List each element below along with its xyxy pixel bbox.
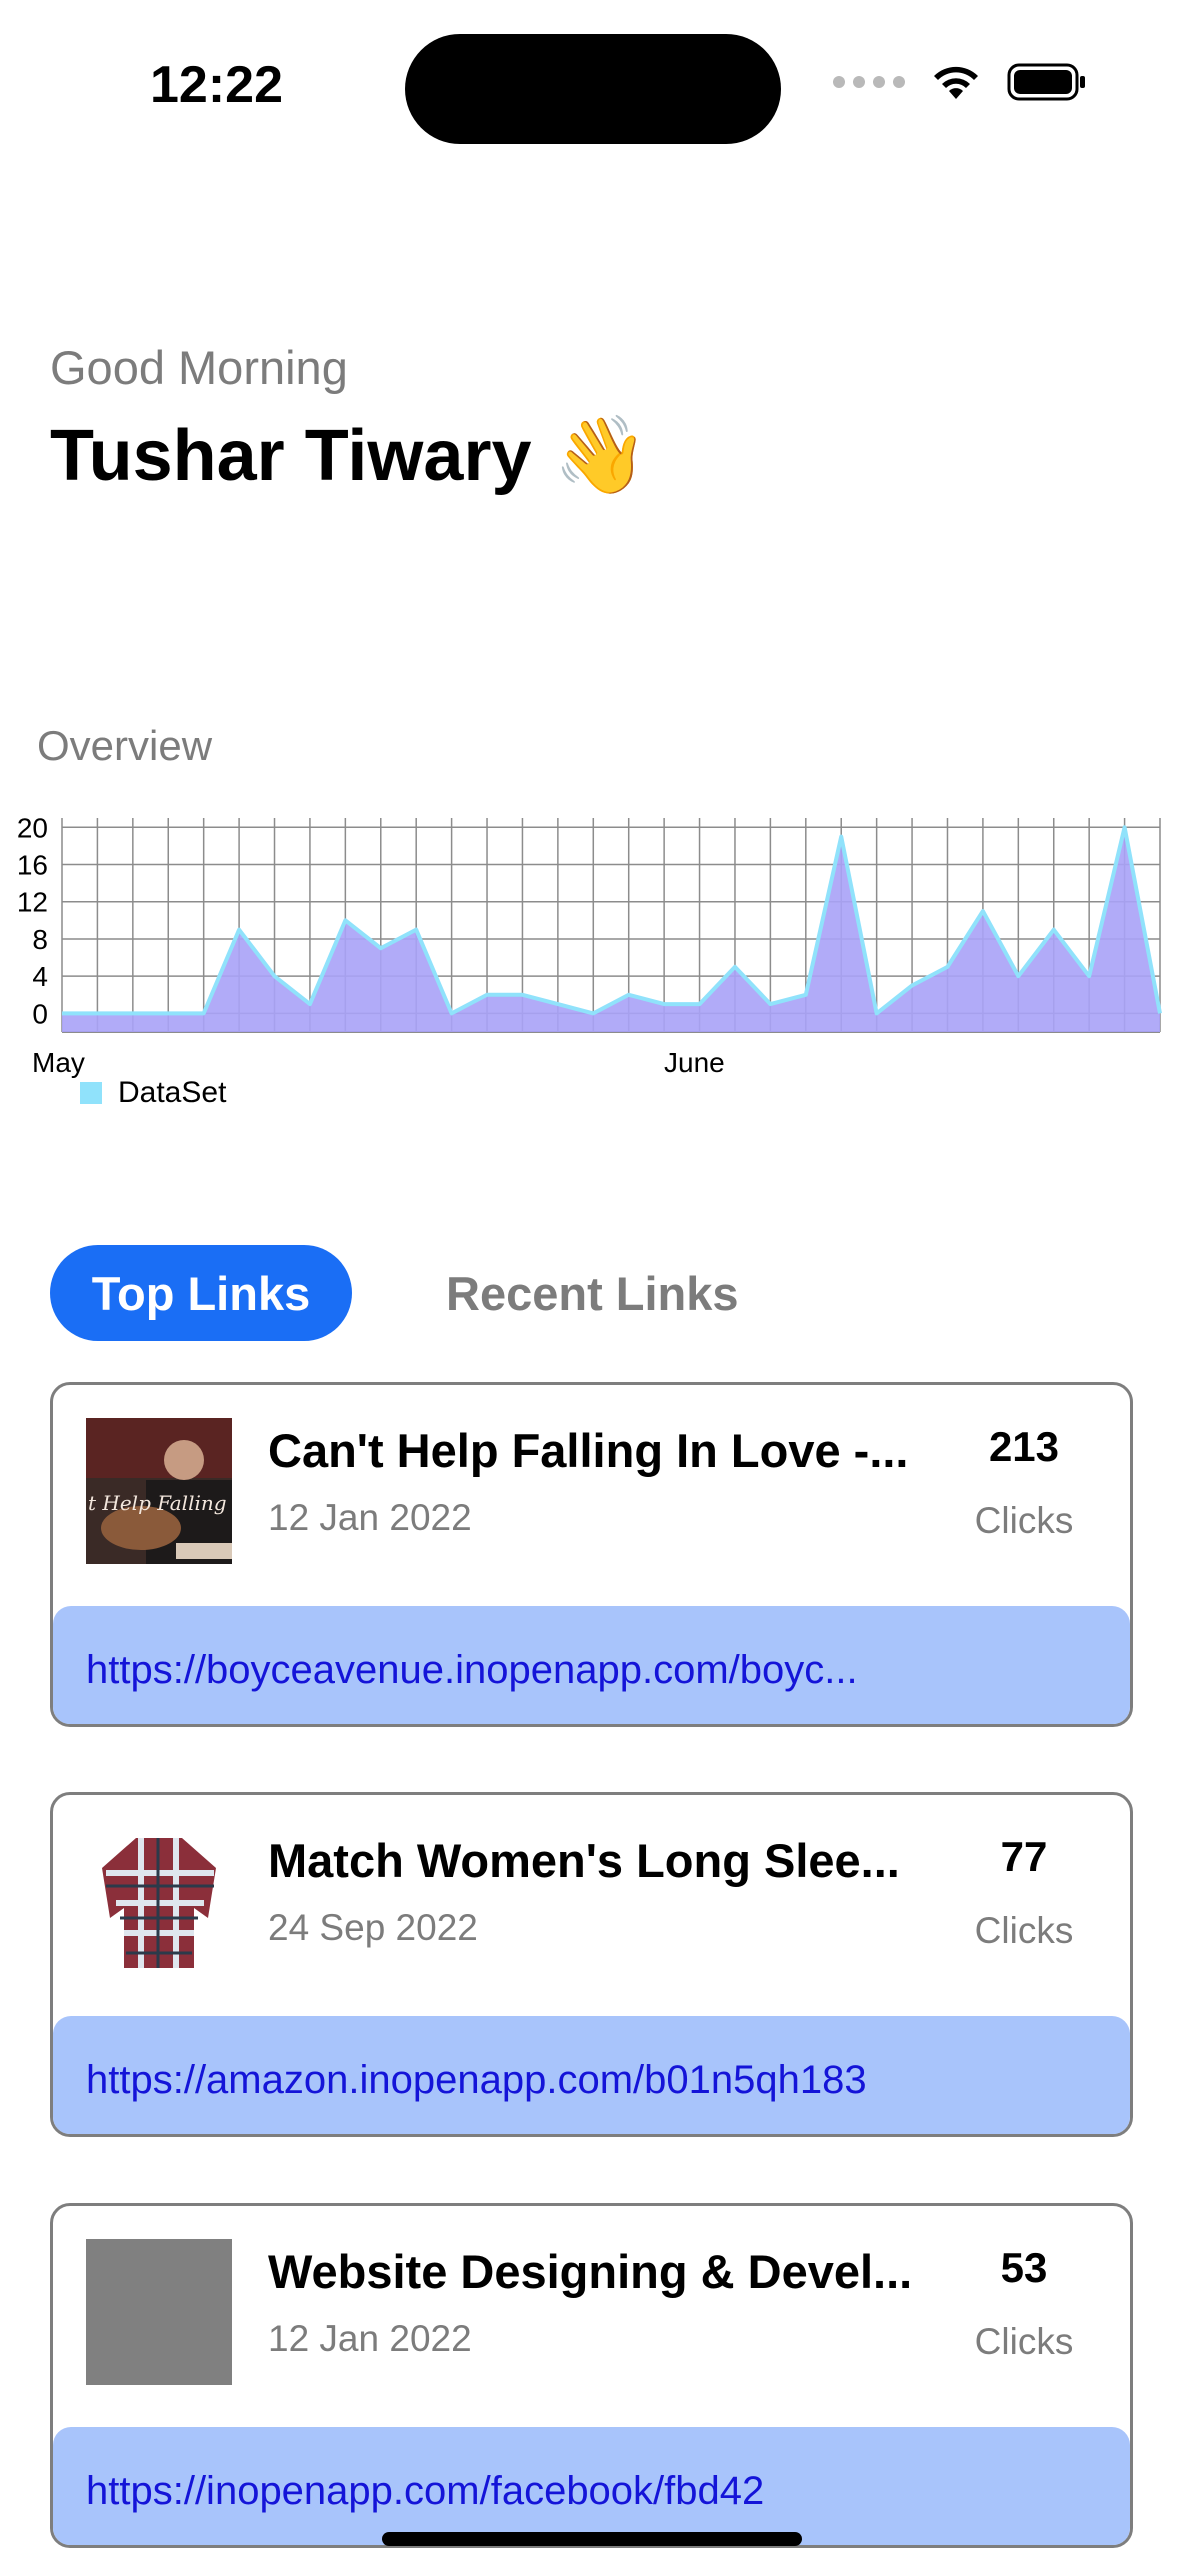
link-url-bar[interactable]: https://boyceavenue.inopenapp.com/boyc..… bbox=[53, 1606, 1130, 1724]
tab-top-links[interactable]: Top Links bbox=[50, 1245, 352, 1341]
area-fill bbox=[62, 827, 1160, 1032]
link-date: 12 Jan 2022 bbox=[268, 2318, 472, 2359]
y-tick-label: 20 bbox=[17, 812, 48, 843]
status-icons bbox=[833, 62, 1087, 102]
legend-label: DataSet bbox=[118, 1076, 227, 1109]
tab-recent-links[interactable]: Recent Links bbox=[446, 1245, 739, 1341]
legend-swatch bbox=[80, 1082, 102, 1104]
click-count: 77 bbox=[1000, 1833, 1048, 1880]
link-url-bar[interactable]: https://amazon.inopenapp.com/b01n5qh183 bbox=[53, 2016, 1130, 2134]
overview-chart: 0 4 8 12 16 20 May June bbox=[17, 812, 1162, 1078]
placeholder-image-icon bbox=[86, 2239, 232, 2385]
wifi-icon bbox=[934, 66, 978, 99]
clicks-label: Clicks bbox=[974, 1910, 1074, 1951]
click-count: 213 bbox=[988, 1423, 1060, 1470]
waving-hand-icon: 👋 bbox=[553, 413, 649, 498]
link-date: 24 Sep 2022 bbox=[268, 1907, 478, 1948]
home-indicator[interactable] bbox=[382, 2532, 802, 2546]
cellular-signal-icon bbox=[833, 76, 905, 88]
plaid-shirt-icon bbox=[102, 1838, 216, 1968]
link-title: Can't Help Falling In Love -... bbox=[268, 1424, 909, 1477]
chart-legend: DataSet bbox=[80, 1076, 226, 1110]
clicks-label: Clicks bbox=[974, 1500, 1074, 1541]
music-video-thumbnail-icon: t Help Falling In bbox=[86, 1418, 232, 1564]
click-count: 53 bbox=[1000, 2244, 1048, 2291]
link-url[interactable]: https://amazon.inopenapp.com/b01n5qh183 bbox=[86, 2058, 1046, 2103]
link-title: Match Women's Long Slee... bbox=[268, 1834, 900, 1887]
link-date: 12 Jan 2022 bbox=[268, 1497, 472, 1538]
user-name: Tushar Tiwary 👋 bbox=[50, 415, 648, 497]
link-card[interactable]: Match Women's Long Slee... 24 Sep 2022 7… bbox=[50, 1792, 1133, 2137]
greeting-text: Good Morning bbox=[50, 341, 348, 394]
screen: 12:22 Good Morning Tushar Tiwary 👋 Overv… bbox=[0, 0, 1179, 2556]
overview-title: Overview bbox=[37, 722, 213, 769]
svg-text:t Help Falling In: t Help Falling In bbox=[88, 1491, 232, 1515]
battery-icon bbox=[1007, 63, 1085, 101]
status-time: 12:22 bbox=[150, 56, 283, 114]
link-thumbnail bbox=[86, 1828, 232, 1974]
clicks-label: Clicks bbox=[974, 2321, 1074, 2362]
y-tick-label: 4 bbox=[32, 961, 48, 992]
x-tick-label: June bbox=[664, 1047, 725, 1078]
y-tick-label: 16 bbox=[17, 850, 48, 881]
y-tick-label: 12 bbox=[17, 887, 48, 918]
link-url[interactable]: https://inopenapp.com/facebook/fbd42 bbox=[86, 2469, 1046, 2514]
y-tick-label: 0 bbox=[32, 998, 48, 1029]
link-card[interactable]: Website Designing & Devel... 12 Jan 2022… bbox=[50, 2203, 1133, 2548]
x-tick-label: May bbox=[32, 1047, 85, 1078]
y-tick-label: 8 bbox=[32, 924, 48, 955]
link-thumbnail: t Help Falling In bbox=[86, 1418, 232, 1564]
link-title: Website Designing & Devel... bbox=[268, 2245, 913, 2298]
link-card[interactable]: t Help Falling In Can't Help Falling In … bbox=[50, 1382, 1133, 1727]
link-url-bar[interactable]: https://inopenapp.com/facebook/fbd42 bbox=[53, 2427, 1130, 2545]
dynamic-island bbox=[405, 34, 781, 144]
link-url[interactable]: https://boyceavenue.inopenapp.com/boyc..… bbox=[86, 1648, 1046, 1693]
user-name-text: Tushar Tiwary bbox=[50, 416, 532, 496]
